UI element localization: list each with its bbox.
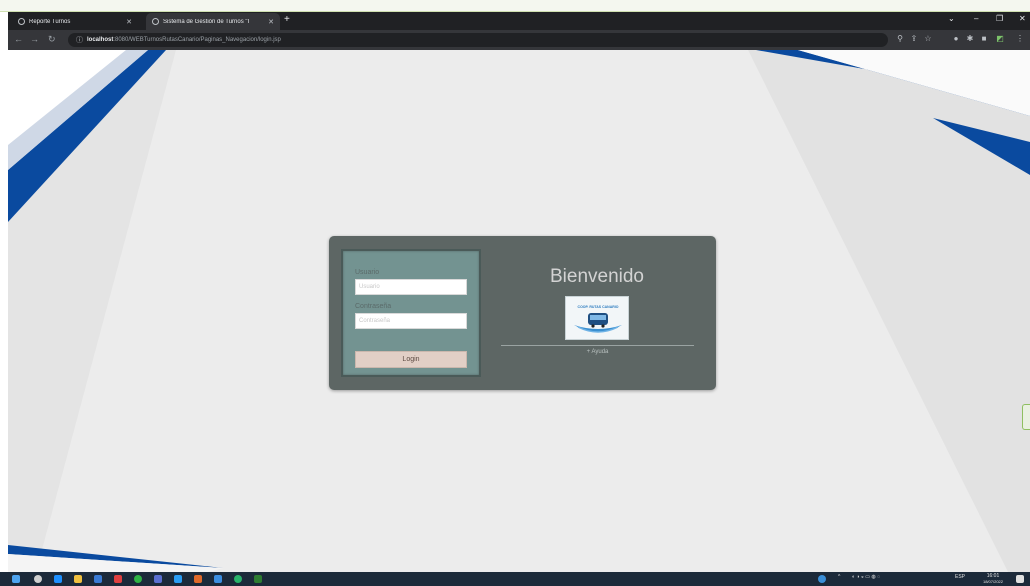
notifications-icon[interactable]: [1016, 575, 1024, 583]
share-icon[interactable]: ⇪: [910, 35, 918, 43]
username-label: Usuario: [355, 269, 380, 276]
window-top-edge: [0, 0, 1030, 12]
whatsapp-icon[interactable]: [234, 575, 242, 583]
address-bar[interactable]: ⓘ localhost:8080/WEBTurnosRutasCanario/P…: [68, 33, 888, 47]
side-panel-widget[interactable]: [1022, 404, 1030, 430]
file-explorer-icon[interactable]: [74, 575, 82, 583]
screen: Reporte Turnos ✕ Sistema de Gestión de T…: [0, 0, 1030, 586]
globe-icon: [152, 18, 159, 25]
mail-icon[interactable]: [94, 575, 102, 583]
site-info-icon[interactable]: ⓘ: [76, 35, 83, 45]
app-icon[interactable]: [154, 575, 162, 583]
browser-toolbar: ← → ↻ ⓘ localhost:8080/WEBTurnosRutasCan…: [8, 30, 1030, 50]
taskbar: ^ ◐ ◑ ◒ ▭ ◍ ◌ ESP 16:01 18/07/2022: [0, 572, 1030, 586]
login-card: Usuario Usuario Contraseña Contraseña Lo…: [329, 236, 716, 390]
app-icon[interactable]: [194, 575, 202, 583]
login-form: Usuario Usuario Contraseña Contraseña Lo…: [341, 249, 481, 377]
tray-chevron-icon[interactable]: ^: [838, 574, 840, 580]
browser-tab-strip: Reporte Turnos ✕ Sistema de Gestión de T…: [8, 12, 1030, 30]
app-icon[interactable]: [174, 575, 182, 583]
forward-icon[interactable]: →: [30, 34, 39, 44]
chrome-icon[interactable]: [134, 575, 142, 583]
username-input[interactable]: Usuario: [355, 279, 467, 295]
tab-reporte-turnos[interactable]: Reporte Turnos ✕: [12, 13, 138, 30]
bookmark-star-icon[interactable]: ☆: [924, 35, 932, 43]
tab-search-icon[interactable]: ⌄: [948, 14, 955, 23]
window-close-button[interactable]: ✕: [1019, 14, 1026, 23]
close-icon[interactable]: ✕: [268, 18, 274, 26]
password-input[interactable]: Contraseña: [355, 313, 467, 329]
search-icon[interactable]: [34, 575, 42, 583]
profile-icon[interactable]: ◩: [996, 35, 1004, 43]
password-label: Contraseña: [355, 303, 392, 310]
app-icon[interactable]: [254, 575, 262, 583]
reload-icon[interactable]: ↻: [48, 34, 56, 45]
windows-start-icon[interactable]: [12, 575, 20, 583]
clock-date: 18/07/2022: [982, 579, 1004, 584]
extension-icon[interactable]: ●: [952, 35, 960, 43]
tray-icons: ◐ ◑ ◒ ▭ ◍ ◌: [852, 574, 881, 580]
app-icon[interactable]: [114, 575, 122, 583]
app-icon[interactable]: [214, 575, 222, 583]
svg-text:COOP. RUTAS CANARIO: COOP. RUTAS CANARIO: [578, 305, 619, 309]
language-indicator[interactable]: ESP: [955, 574, 965, 580]
tab-label: Sistema de Gestión de Turnos "I: [163, 18, 250, 25]
tab-label: Reporte Turnos: [29, 18, 71, 25]
zoom-icon[interactable]: ⚲: [896, 35, 904, 43]
back-icon[interactable]: ←: [14, 34, 23, 44]
page-viewport: Usuario Usuario Contraseña Contraseña Lo…: [8, 50, 1030, 572]
welcome-divider: [501, 345, 694, 346]
help-link[interactable]: + Ayuda: [501, 349, 694, 355]
minimize-button[interactable]: –: [974, 14, 978, 23]
company-logo: COOP. RUTAS CANARIO: [565, 296, 629, 340]
weather-icon[interactable]: [818, 575, 826, 583]
welcome-title: Bienvenido: [549, 266, 645, 287]
tab-sistema-gestion[interactable]: Sistema de Gestión de Turnos "I ✕: [146, 13, 280, 30]
login-button[interactable]: Login: [355, 351, 467, 368]
restore-button[interactable]: ❐: [996, 14, 1003, 23]
globe-icon: [18, 18, 25, 25]
url-host: localhost: [87, 37, 114, 43]
edge-icon[interactable]: [54, 575, 62, 583]
puzzle-icon[interactable]: ✱: [966, 35, 974, 43]
clock[interactable]: 16:01 18/07/2022: [978, 573, 1008, 584]
url-path: :8080/WEBTurnosRutasCanario/Paginas_Nave…: [113, 37, 281, 43]
menu-icon[interactable]: ⋮: [1016, 35, 1024, 43]
side-panel-icon[interactable]: ■: [980, 35, 988, 43]
new-tab-button[interactable]: +: [284, 14, 290, 25]
close-icon[interactable]: ✕: [126, 18, 132, 26]
